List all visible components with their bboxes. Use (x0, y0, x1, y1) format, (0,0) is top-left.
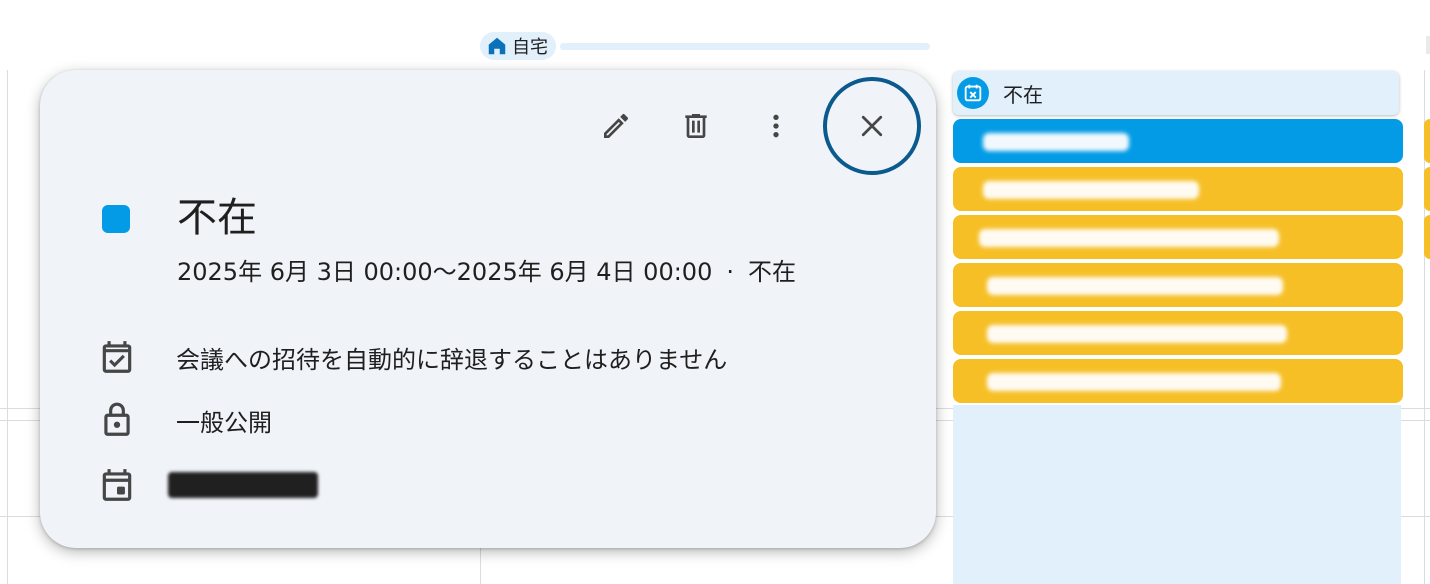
close-button[interactable] (823, 77, 921, 175)
event-details-popover: 不在 2025年 6月 3日 00:00～2025年 6月 4日 00:00 · 不… (40, 70, 936, 548)
visibility-row: 一般公開 (98, 401, 272, 439)
calendar-event[interactable] (953, 311, 1403, 355)
working-location-chip[interactable]: 自宅 (480, 32, 556, 60)
event-datetime-line: 2025年 6月 3日 00:00～2025年 6月 4日 00:00 · 不在 (177, 252, 796, 287)
redacted-calendar-name (168, 472, 318, 498)
event-title: 不在 (177, 195, 257, 241)
out-of-office-event-chip[interactable]: 不在 (953, 71, 1399, 115)
trash-icon (685, 114, 707, 138)
separator-dot: · (726, 258, 734, 286)
close-icon (861, 115, 883, 137)
event-type: 不在 (747, 258, 796, 286)
auto-decline-row: 会議への招待を自動的に辞退することはありません (98, 338, 727, 376)
calendar-event[interactable] (953, 263, 1403, 307)
more-vert-icon (773, 114, 779, 138)
out-of-office-block[interactable] (953, 405, 1401, 584)
working-location-edge (1426, 36, 1430, 54)
event-available-icon (102, 341, 132, 373)
out-of-office-chip-label: 不在 (1003, 82, 1043, 107)
redacted-event-title (987, 373, 1281, 391)
redacted-event-title (983, 181, 1199, 199)
working-location-bar[interactable] (560, 43, 930, 50)
edit-event-button[interactable] (588, 98, 644, 154)
calendar-event-icon (102, 469, 132, 501)
redacted-event-title (979, 229, 1279, 247)
working-location-label: 自宅 (512, 37, 548, 58)
redacted-event-title (987, 325, 1287, 343)
home-icon (488, 37, 506, 55)
grid-line (7, 70, 8, 584)
more-options-button[interactable] (748, 98, 804, 154)
pencil-icon (604, 113, 629, 138)
calendar-event-partial[interactable] (1424, 215, 1430, 259)
redacted-event-title (983, 133, 1129, 151)
redacted-event-title (987, 277, 1283, 295)
calendar-event[interactable] (953, 167, 1403, 211)
calendar-event[interactable] (953, 215, 1403, 259)
calendar-event[interactable] (953, 119, 1403, 163)
event-color-swatch (102, 205, 130, 233)
calendar-event-partial[interactable] (1424, 119, 1430, 163)
event-datetime: 2025年 6月 3日 00:00～2025年 6月 4日 00:00 (177, 258, 713, 286)
calendar-event-partial[interactable] (1424, 167, 1430, 211)
calendar-event[interactable] (953, 359, 1403, 403)
auto-decline-text: 会議への招待を自動的に辞退することはありません (176, 345, 728, 374)
visibility-text: 一般公開 (176, 408, 272, 437)
delete-event-button[interactable] (668, 98, 724, 154)
calendar-row (98, 466, 318, 504)
calendar-close-icon (957, 77, 989, 109)
lock-icon (104, 402, 130, 436)
